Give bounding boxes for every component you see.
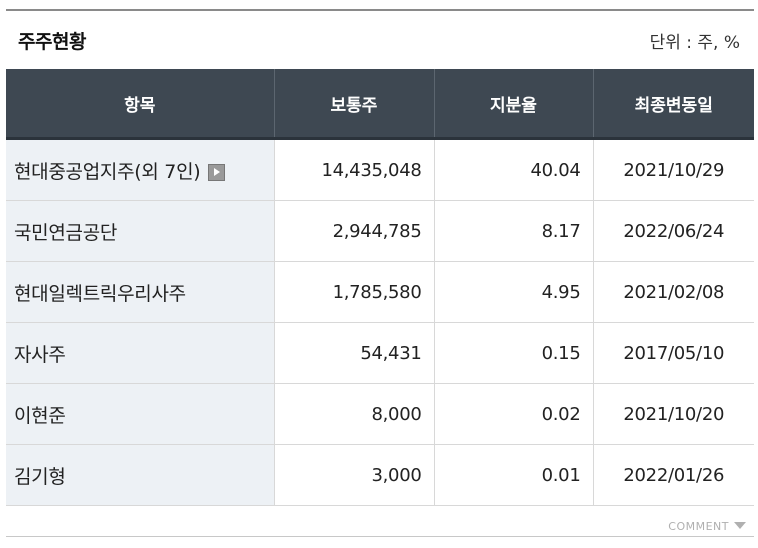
- column-header-last-change: 최종변동일: [592, 69, 754, 140]
- shareholder-table: 항목 보통주 지분율 최종변동일 현대중공업지주(외 7인) 14,435,04…: [6, 69, 754, 506]
- ratio-cell: 40.04: [433, 138, 593, 201]
- shares-cell: 2,944,785: [273, 200, 434, 262]
- shares-cell: 54,431: [273, 322, 434, 384]
- shareholder-panel: 주주현황 단위 : 주, % 항목 보통주 지분율 최종변동일 현대중공업지주(…: [6, 9, 754, 537]
- column-header-common-shares: 보통주: [273, 69, 434, 140]
- table-header-row: 항목 보통주 지분율 최종변동일: [6, 69, 754, 140]
- date-cell: 2017/05/10: [592, 322, 754, 384]
- comment-toggle[interactable]: COMMENT: [668, 515, 746, 534]
- shares-cell: 3,000: [273, 444, 434, 506]
- ratio-cell: 0.01: [433, 444, 593, 506]
- date-cell: 2021/10/20: [592, 383, 754, 445]
- shareholder-name: 현대중공업지주(외 7인): [14, 160, 201, 183]
- table-row: 이현준 8,000 0.02 2021/10/20: [6, 383, 754, 445]
- ratio-cell: 4.95: [433, 261, 593, 323]
- date-cell: 2021/10/29: [592, 138, 754, 201]
- chevron-down-icon: [734, 521, 746, 529]
- comment-label: COMMENT: [668, 519, 729, 533]
- shares-cell: 14,435,048: [273, 138, 434, 201]
- panel-title: 주주현황: [18, 30, 86, 53]
- unit-label: 단위 : 주, %: [649, 32, 740, 53]
- shareholder-name-cell: 현대일렉트릭우리사주: [6, 261, 274, 323]
- table-row: 자사주 54,431 0.15 2017/05/10: [6, 322, 754, 384]
- panel-footer: COMMENT: [6, 506, 754, 542]
- panel-header: 주주현황 단위 : 주, %: [6, 11, 754, 69]
- shareholder-name-cell: 이현준: [6, 383, 274, 445]
- shareholder-name-cell: 자사주: [6, 322, 274, 384]
- shareholder-name-cell: 국민연금공단: [6, 200, 274, 262]
- table-row: 국민연금공단 2,944,785 8.17 2022/06/24: [6, 200, 754, 262]
- shares-cell: 1,785,580: [273, 261, 434, 323]
- table-row: 현대중공업지주(외 7인) 14,435,048 40.04 2021/10/2…: [6, 138, 754, 201]
- date-cell: 2021/02/08: [592, 261, 754, 323]
- shareholder-name-cell: 김기형: [6, 444, 274, 506]
- date-cell: 2022/06/24: [592, 200, 754, 262]
- column-header-item: 항목: [6, 69, 274, 140]
- play-arrow-icon[interactable]: [208, 163, 226, 181]
- shareholder-name-cell: 현대중공업지주(외 7인): [6, 138, 274, 201]
- table-row: 김기형 3,000 0.01 2022/01/26: [6, 444, 754, 506]
- ratio-cell: 0.02: [433, 383, 593, 445]
- column-header-ratio: 지분율: [433, 69, 593, 140]
- ratio-cell: 0.15: [433, 322, 593, 384]
- shares-cell: 8,000: [273, 383, 434, 445]
- date-cell: 2022/01/26: [592, 444, 754, 506]
- ratio-cell: 8.17: [433, 200, 593, 262]
- table-row: 현대일렉트릭우리사주 1,785,580 4.95 2021/02/08: [6, 261, 754, 323]
